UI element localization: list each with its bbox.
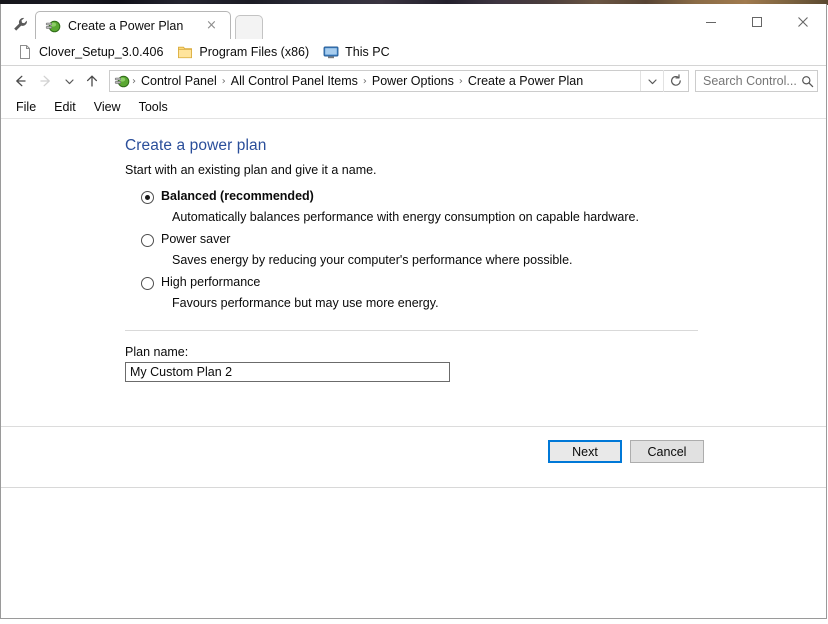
window-controls — [688, 4, 826, 39]
status-area — [1, 487, 826, 615]
plan-name-input[interactable] — [125, 362, 450, 382]
tab-label: Create a Power Plan — [68, 18, 184, 33]
page-subtitle: Start with an existing plan and give it … — [125, 163, 377, 177]
radio-high-performance[interactable] — [141, 277, 154, 290]
search-input[interactable]: Search Control... — [695, 70, 818, 92]
command-bar: Next Cancel — [1, 426, 826, 487]
wrench-icon[interactable] — [7, 12, 33, 36]
navigation-bar: › Control Panel › All Control Panel Item… — [1, 66, 826, 96]
favorites-item-label: Clover_Setup_3.0.406 — [39, 45, 164, 59]
new-tab-button[interactable] — [235, 15, 263, 39]
title-bar: Create a Power Plan × — [1, 4, 826, 39]
plan-option-label: High performance — [161, 275, 261, 289]
breadcrumb: › Control Panel › All Control Panel Item… — [132, 74, 640, 88]
favorites-item-this-pc[interactable]: This PC — [317, 41, 395, 63]
favorites-item-label: This PC — [345, 45, 390, 59]
close-icon[interactable] — [780, 6, 826, 37]
breadcrumb-item-all-control-panel-items[interactable]: All Control Panel Items — [226, 74, 363, 88]
chevron-down-icon[interactable] — [640, 71, 663, 91]
section-divider — [125, 330, 698, 331]
power-plan-options: Balanced (recommended) Automatically bal… — [125, 189, 826, 310]
plan-option-row[interactable]: High performance — [125, 275, 826, 293]
favorites-item-clover-setup[interactable]: Clover_Setup_3.0.406 — [11, 41, 169, 63]
close-icon[interactable]: × — [205, 19, 218, 32]
plan-option-row[interactable]: Power saver — [125, 232, 826, 250]
plan-option-row[interactable]: Balanced (recommended) — [125, 189, 826, 207]
page-title: Create a power plan — [125, 137, 267, 154]
menu-item-file[interactable]: File — [7, 98, 45, 116]
radio-balanced[interactable] — [141, 191, 154, 204]
plan-name-label: Plan name: — [125, 345, 189, 359]
favorites-item-program-files[interactable]: Program Files (x86) — [171, 41, 315, 63]
arrow-right-icon — [33, 69, 59, 93]
plan-option-description: Favours performance but may use more ene… — [172, 296, 439, 310]
arrow-up-icon[interactable] — [79, 69, 105, 93]
favorites-bar: Clover_Setup_3.0.406 Program Files (x86)… — [1, 39, 826, 66]
maximize-icon[interactable] — [734, 6, 780, 37]
cancel-button[interactable]: Cancel — [630, 440, 704, 463]
menu-item-view[interactable]: View — [85, 98, 130, 116]
breadcrumb-item-power-options[interactable]: Power Options — [367, 74, 459, 88]
favorites-item-label: Program Files (x86) — [199, 45, 310, 59]
radio-power-saver[interactable] — [141, 234, 154, 247]
breadcrumb-item-control-panel[interactable]: Control Panel — [136, 74, 222, 88]
file-icon — [17, 44, 33, 60]
plan-option-power-saver[interactable]: Power saver Saves energy by reducing you… — [125, 232, 826, 267]
plan-option-label: Balanced (recommended) — [161, 189, 314, 203]
plan-option-description: Automatically balances performance with … — [172, 210, 639, 224]
monitor-icon — [323, 44, 339, 60]
clover-explorer-window: Create a Power Plan × Clover_Setup_3.0.4… — [0, 4, 827, 619]
power-plug-icon — [114, 73, 130, 89]
menu-bar: File Edit View Tools — [1, 96, 826, 119]
arrow-left-icon[interactable] — [7, 69, 33, 93]
search-icon[interactable] — [797, 72, 817, 90]
menu-item-tools[interactable]: Tools — [130, 98, 177, 116]
plan-option-label: Power saver — [161, 232, 231, 246]
plan-option-description: Saves energy by reducing your computer's… — [172, 253, 573, 267]
main-content: Create a power plan Start with an existi… — [1, 119, 826, 426]
chevron-down-icon[interactable] — [59, 69, 79, 93]
menu-item-edit[interactable]: Edit — [45, 98, 85, 116]
plan-option-high-performance[interactable]: High performance Favours performance but… — [125, 275, 826, 310]
plan-option-balanced[interactable]: Balanced (recommended) Automatically bal… — [125, 189, 826, 224]
power-plug-icon — [45, 18, 61, 34]
search-placeholder: Search Control... — [703, 74, 797, 88]
address-bar[interactable]: › Control Panel › All Control Panel Item… — [109, 70, 689, 92]
tab-create-a-power-plan[interactable]: Create a Power Plan × — [35, 11, 231, 39]
minimize-icon[interactable] — [688, 6, 734, 37]
next-button[interactable]: Next — [548, 440, 622, 463]
refresh-icon[interactable] — [663, 70, 688, 92]
breadcrumb-item-create-a-power-plan[interactable]: Create a Power Plan — [463, 74, 588, 88]
folder-icon — [177, 44, 193, 60]
